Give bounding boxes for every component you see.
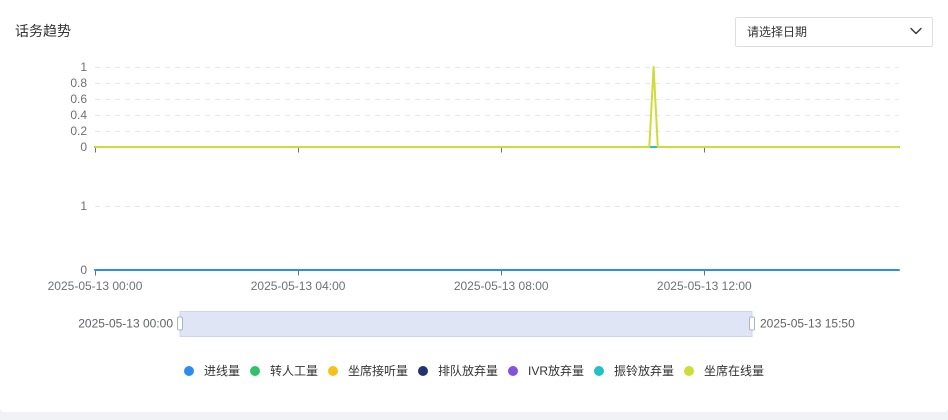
legend-label: 排队放弃量	[437, 364, 498, 378]
legend-label: IVR放弃量	[528, 364, 585, 378]
zoom-selection[interactable]	[179, 311, 753, 337]
x-tick-label: 2025-05-13 08:00	[454, 279, 549, 293]
legend-item[interactable]: 转人工量	[249, 363, 318, 379]
legend-label: 坐席在线量	[704, 364, 765, 378]
legend-label: 进线量	[203, 364, 240, 378]
legend-marker	[684, 366, 695, 376]
x-tick-label: 2025-05-13 04:00	[251, 279, 346, 293]
x-tick-label: 2025-05-13 12:00	[657, 279, 752, 293]
legend-item[interactable]: 振铃放弃量	[594, 363, 674, 379]
x-tick-label: 2025-05-13 00:00	[48, 279, 143, 293]
legend-marker	[417, 366, 428, 376]
legend-marker	[594, 366, 605, 376]
y-tick-label: 0.6	[70, 92, 87, 106]
legend-item[interactable]: 坐席接听量	[327, 363, 408, 379]
y-tick-label: 0.4	[70, 108, 87, 122]
legend: 进线量 转人工量 坐席接听量 排队放弃量 IVR放弃量 振铃放弃量 坐席在线量	[0, 363, 948, 379]
zoom-handle-end[interactable]	[749, 316, 755, 331]
legend-label: 坐席接听量	[347, 364, 408, 378]
axis-layer: 1 0.8 0.6 0.4 0.2 0 1 0 2025-05-13 00:00 2025-05-…	[48, 60, 899, 293]
y-tick-label: 0	[80, 263, 87, 277]
zoom-end-label: 2025-05-13 15:50	[760, 317, 855, 331]
legend-marker	[508, 366, 518, 376]
y-tick-label: 1	[80, 60, 87, 74]
legend-item[interactable]: 坐席在线量	[684, 363, 764, 379]
grid-layer	[95, 67, 899, 207]
legend-label: 转人工量	[269, 364, 318, 378]
legend-marker	[249, 366, 260, 376]
y-tick-label: 0.2	[70, 124, 87, 138]
legend-item[interactable]: IVR放弃量	[508, 363, 584, 379]
zoom-start-label: 2025-05-13 00:00	[78, 317, 173, 331]
trend-chart: 10.80.60.40.20102025-05-13 00:00 2025-05-…	[48, 60, 900, 337]
call-trend-card: 话务趋势 请选择日期 1 0.8 0.6 0.4 0.2 0 1 0 2025-05-13 00…	[0, 0, 948, 412]
series-line	[94, 66, 900, 148]
legend-item[interactable]: 进线量	[183, 363, 240, 379]
y-tick-label: 0	[80, 140, 87, 154]
legend-item[interactable]: 排队放弃量	[417, 363, 498, 379]
zoom-slider[interactable]: 2025-05-13 00:00 2025-05-13 15:50	[78, 311, 855, 337]
series-layer	[94, 66, 900, 271]
y-tick-label: 0.8	[70, 76, 87, 90]
legend-marker	[327, 366, 338, 376]
legend-label: 振铃放弃量	[614, 364, 675, 378]
zoom-handle-start[interactable]	[177, 316, 183, 331]
legend-marker	[183, 366, 194, 376]
y-tick-label: 1	[80, 199, 87, 213]
